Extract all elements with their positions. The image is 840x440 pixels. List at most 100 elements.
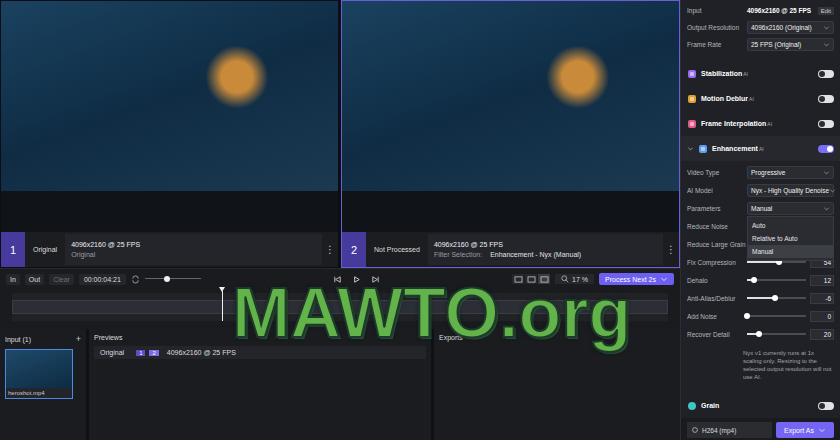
gear-icon [691,426,699,434]
filter-name: Frame Interpolation [701,120,766,127]
viewer-number: 1 [1,232,25,267]
video-viewer[interactable]: 1 Original 4096x2160 @ 25 FPS Original ⋮ [0,0,339,268]
filter-row[interactable]: Enhancement AI [681,136,840,161]
preview-badge: 1 [136,350,145,356]
detail-value: Original [71,251,95,258]
volume-slider[interactable] [145,275,201,283]
viewer-menu-button[interactable]: ⋮ [663,232,679,267]
preview-badge: 2 [149,350,158,356]
slider-value[interactable]: 12 [810,275,834,286]
main-area: 1 Original 4096x2160 @ 25 FPS Original ⋮… [0,0,680,440]
slider-knob[interactable] [751,277,757,283]
viewer-info-bar: 2 Not Processed 4096x2160 @ 25 FPS Filte… [342,232,679,267]
viewer-frame [342,1,679,232]
slider-value[interactable]: 20 [810,329,834,340]
detail-label: Filter Selection: [434,251,482,258]
chevron-down-icon[interactable] [687,145,694,152]
out-button[interactable]: Out [25,274,44,285]
filter-row[interactable]: Stabilization AI [681,61,840,86]
video-viewer[interactable]: 2 Not Processed 4096x2160 @ 25 FPS Filte… [341,0,680,268]
setting-dropdown[interactable]: Progressive [747,166,834,179]
toggle-knob [819,96,825,102]
viewer-label: Original [25,232,65,267]
setting-label: Reduce Noise [687,223,743,230]
ai-badge: AI [743,71,748,77]
setting-slider[interactable] [747,330,806,338]
enhancement-settings: Video Type Progressive AI Model Nyx - Hi… [681,161,840,385]
filter-toggle[interactable] [818,120,834,128]
filter-icon [698,144,708,154]
slider-knob[interactable] [756,331,762,337]
chevron-down-icon [818,426,826,434]
filter-icon [687,69,697,79]
setting-dropdown[interactable]: 4096x2160 (Original) [747,21,834,34]
slider-value[interactable]: -6 [810,293,834,304]
detail-value: Enhancement - Nyx (Manual) [490,251,581,258]
model-note: Nyx v1 currently runs at 1x scaling only… [743,349,834,381]
slider-fill [747,297,775,299]
viewer-resolution: 4096x2160 @ 25 FPS [71,241,316,248]
input-file[interactable]: heroshot.mp4 [5,349,73,399]
clear-button[interactable]: Clear [49,274,74,285]
setting-dropdown[interactable]: 25 FPS (Original) [747,38,834,51]
settings-sidebar: Input 4096x2160 @ 25 FPS Edit Output Res… [680,0,840,440]
filter-toggle[interactable] [818,95,834,103]
toggle-knob [827,146,833,152]
export-label: Export As [784,427,814,434]
loop-icon[interactable] [131,275,140,284]
filter-toggle[interactable] [818,145,834,153]
filter-toggle[interactable] [818,402,834,410]
format-dropdown[interactable]: H264 (mp4) [687,422,772,438]
filter-name: Motion Deblur [701,95,748,102]
panel-title: Input (1) [5,336,31,343]
slider-knob[interactable] [772,295,778,301]
app-window: 1 Original 4096x2160 @ 25 FPS Original ⋮… [0,0,840,440]
dropdown-option[interactable]: Manual [748,245,833,258]
add-input-button[interactable]: + [76,334,81,344]
playhead-line [222,291,223,321]
setting-slider[interactable] [747,294,806,302]
slider-row: Recover Detail 20 [681,325,840,343]
filter-name: Stabilization [701,70,742,77]
filter-row[interactable]: Motion Deblur AI [681,86,840,111]
grain-icon [687,401,697,411]
filter-icon [687,119,697,129]
input-panel: Input (1) + heroshot.mp4 [0,329,86,440]
slider-row: Anti-Alias/Deblur -6 [681,289,840,307]
slider-knob[interactable] [744,313,750,319]
viewer-menu-button[interactable]: ⋮ [322,232,338,267]
edit-button[interactable]: Edit [818,7,834,15]
setting-dropdown[interactable]: Manual AutoRelative to AutoManual [747,202,834,215]
volume-knob[interactable] [164,276,170,282]
setting-dropdown[interactable]: Nyx - High Quality Denoise [747,184,834,197]
input-panel-header: Input (1) + [5,334,81,344]
slider-fill [747,261,779,263]
viewer-detail: Original [71,251,316,258]
filter-toggle[interactable] [818,70,834,78]
in-button[interactable]: In [6,274,20,285]
setting-slider[interactable] [747,312,806,320]
setting-label: AI Model [687,187,743,194]
timecode-field[interactable]: 00:00:04:21 [79,274,126,285]
dropdown-option[interactable]: Auto [748,219,833,232]
dropdown-value: Nyx - High Quality Denoise [751,187,829,194]
dropdown-option[interactable]: Relative to Auto [748,232,833,245]
chevron-down-icon [823,24,830,31]
file-name: heroshot.mp4 [6,388,72,398]
format-value: H264 (mp4) [702,427,736,434]
setting-label: Dehalo [687,277,743,284]
setting-row: AI Model Nyx - High Quality Denoise [681,181,840,199]
filter-name: Grain [701,402,719,409]
slider-value[interactable]: 0 [810,311,834,322]
export-button[interactable]: Export As [776,422,834,438]
setting-slider[interactable] [747,276,806,284]
file-thumbnail [6,350,72,388]
setting-row: Video Type Progressive [681,163,840,181]
input-info-row: Input 4096x2160 @ 25 FPS Edit [681,2,840,19]
ai-badge: AI [767,121,772,127]
slider-track [747,315,806,317]
filter-row[interactable]: Grain [681,393,840,418]
dropdown-value: Manual [751,205,772,212]
filter-row[interactable]: Frame Interpolation AI [681,111,840,136]
input-value: 4096x2160 @ 25 FPS [747,7,814,14]
